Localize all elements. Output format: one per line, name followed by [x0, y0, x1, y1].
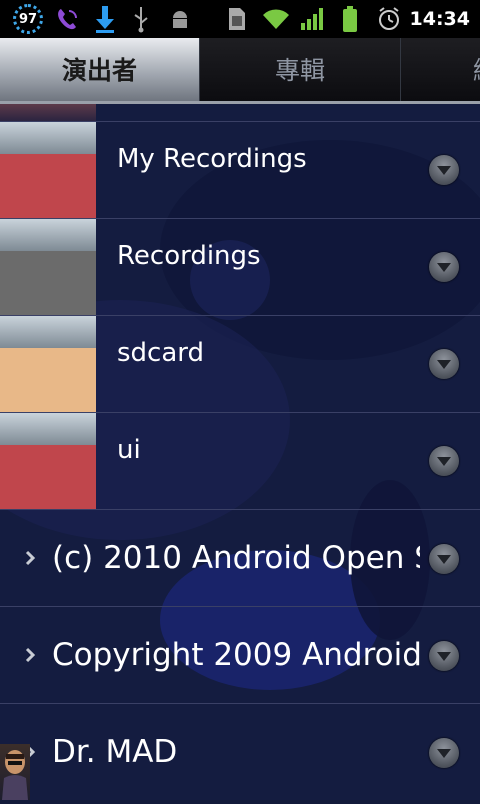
album-thumbnail [0, 104, 96, 121]
tab-artists[interactable]: 演出者 [0, 38, 199, 101]
alarm-icon [374, 0, 404, 38]
album-thumbnail [0, 413, 96, 510]
context-menu-button[interactable] [429, 544, 459, 574]
sim-icon [224, 0, 250, 38]
viber-icon [52, 0, 84, 38]
battery-icon [338, 0, 362, 38]
android-debug-icon [166, 0, 194, 38]
artist-name: Dr. MAD [52, 734, 178, 770]
context-menu-button[interactable] [429, 738, 459, 768]
artist-group-row[interactable]: Copyright 2009 Android Open Source Proje… [0, 606, 480, 704]
avatar [0, 744, 30, 800]
status-bar: 97 14:34 [0, 0, 480, 38]
item-title: My Recordings [117, 144, 307, 174]
item-title: ui [117, 435, 141, 465]
album-thumbnail [0, 122, 96, 219]
item-title: sdcard [117, 338, 205, 368]
artist-group-row[interactable]: Dr. MAD [0, 703, 480, 801]
list-item[interactable]: My Recordings [0, 121, 480, 219]
list-item[interactable]: ui [0, 412, 480, 510]
tab-bar: 演出者 專輯 細 [0, 38, 480, 104]
context-menu-button[interactable] [429, 446, 459, 476]
list-item[interactable]: Recordings [0, 218, 480, 316]
chevron-right-icon [25, 647, 36, 663]
album-thumbnail [0, 316, 96, 413]
context-menu-button[interactable] [429, 155, 459, 185]
download-icon [90, 0, 120, 38]
item-title: Recordings [117, 241, 261, 271]
artist-name: Copyright 2009 Android Open Source Proje… [52, 637, 420, 673]
battery-percent: 97 [18, 11, 38, 27]
context-menu-button[interactable] [429, 349, 459, 379]
list-item-partial [0, 104, 480, 121]
tab-songs[interactable]: 細 [401, 38, 480, 101]
battery-circle-icon: 97 [8, 0, 48, 38]
context-menu-button[interactable] [429, 641, 459, 671]
context-menu-button[interactable] [429, 252, 459, 282]
artist-name: (c) 2010 Android Open Source Project [52, 540, 420, 576]
clock: 14:34 [409, 8, 470, 30]
artist-group-row[interactable]: (c) 2010 Android Open Source Project [0, 509, 480, 607]
usb-icon [128, 0, 154, 38]
chevron-right-icon [25, 550, 36, 566]
album-thumbnail [0, 219, 96, 316]
list-item[interactable]: sdcard [0, 315, 480, 413]
tab-albums[interactable]: 專輯 [200, 38, 400, 101]
signal-icon [298, 0, 328, 38]
wifi-icon [260, 0, 292, 38]
